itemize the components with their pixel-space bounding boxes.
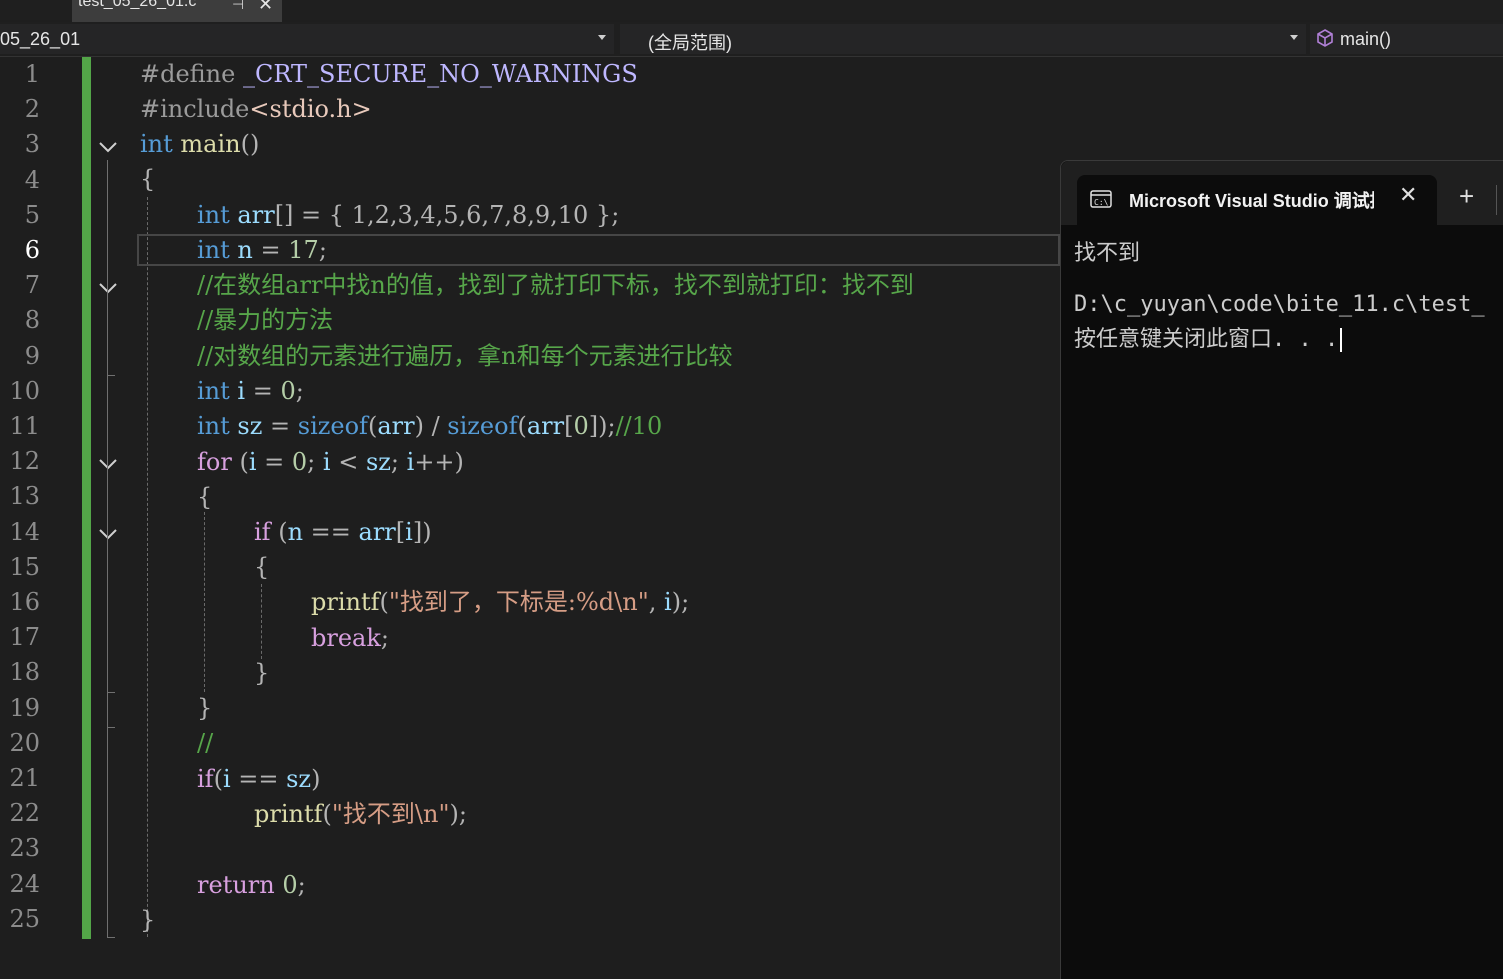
line-number: 2 bbox=[24, 95, 40, 124]
line-number: 12 bbox=[9, 447, 40, 476]
console-output-line: D:\c_yuyan\code\bite_11.c\test_ bbox=[1074, 292, 1485, 317]
code-line-18: } bbox=[254, 659, 270, 687]
outline-tick bbox=[107, 937, 115, 938]
code-line-2: #include<stdio.h> bbox=[140, 95, 372, 123]
code-line-5: int arr[] = { 1,2,3,4,5,6,7,8,9,10 }; bbox=[197, 201, 620, 229]
line-number: 5 bbox=[24, 200, 40, 229]
line-number: 24 bbox=[9, 869, 40, 898]
indent-guide bbox=[204, 512, 205, 692]
code-line-13: { bbox=[197, 483, 213, 511]
line-number: 15 bbox=[9, 552, 40, 581]
line-number: 10 bbox=[9, 376, 40, 405]
line-number: 23 bbox=[9, 834, 40, 863]
scope-dropdown[interactable]: (全局范围) bbox=[620, 24, 1306, 54]
line-number: 7 bbox=[24, 271, 40, 300]
project-dropdown[interactable]: 05_26_01 bbox=[0, 24, 614, 54]
fold-chevron-icon[interactable] bbox=[96, 278, 120, 298]
fold-chevron-icon[interactable] bbox=[96, 454, 120, 474]
code-line-7: //在数组arr中找n的值，找到了就打印下标，找不到就打印：找不到 bbox=[197, 271, 914, 299]
outline-line bbox=[107, 160, 108, 937]
fold-chevron-icon[interactable] bbox=[96, 524, 120, 544]
code-line-10: int i = 0; bbox=[197, 377, 304, 405]
outline-tick bbox=[107, 692, 115, 693]
debug-console-window[interactable]: C:\ Microsoft Visual Studio 调试控制台 ✕ + 找不… bbox=[1060, 160, 1503, 979]
function-dropdown-label: main() bbox=[1340, 29, 1392, 49]
function-dropdown[interactable]: main() bbox=[1310, 24, 1503, 54]
code-line-15: { bbox=[254, 553, 270, 581]
code-line-24: return 0; bbox=[197, 871, 306, 899]
cube-icon bbox=[1317, 29, 1333, 47]
code-line-20: // bbox=[197, 729, 214, 757]
console-title: Microsoft Visual Studio 调试控制台 bbox=[1129, 191, 1374, 211]
code-line-19: } bbox=[197, 694, 213, 722]
indent-guide bbox=[147, 197, 148, 937]
code-line-3: int main() bbox=[140, 130, 260, 158]
code-line-17: break; bbox=[311, 624, 389, 652]
code-line-9: //对数组的元素进行遍历，拿n和每个元素进行比较 bbox=[197, 342, 733, 370]
title-separator bbox=[1496, 185, 1497, 215]
document-tab-label: test_05_26_01.c bbox=[78, 0, 197, 10]
line-number: 11 bbox=[9, 412, 40, 440]
document-tab-strip: test_05_26_01.c ⊣ ✕ bbox=[0, 0, 1503, 22]
document-tab[interactable]: test_05_26_01.c ⊣ ✕ bbox=[72, 0, 282, 22]
line-number: 8 bbox=[24, 306, 40, 335]
project-dropdown-label: 05_26_01 bbox=[0, 29, 81, 49]
code-line-21: if(i == sz) bbox=[197, 765, 321, 793]
line-number: 18 bbox=[9, 658, 40, 687]
line-number: 1 bbox=[24, 60, 40, 88]
close-icon[interactable]: ✕ bbox=[1399, 182, 1417, 208]
code-line-12: for (i = 0; i < sz; i++) bbox=[197, 448, 464, 476]
code-line-4: { bbox=[140, 165, 156, 193]
chevron-down-icon bbox=[1290, 35, 1298, 40]
line-number: 6 bbox=[24, 236, 40, 264]
outline-tick bbox=[107, 375, 115, 376]
chevron-down-icon bbox=[598, 35, 606, 40]
code-line-8: //暴力的方法 bbox=[197, 306, 334, 334]
code-line-1: #define _CRT_SECURE_NO_WARNINGS bbox=[140, 60, 638, 88]
outline-tick bbox=[107, 727, 115, 728]
line-number: 14 bbox=[9, 517, 40, 546]
line-number: 9 bbox=[24, 341, 40, 370]
code-line-14: if (n == arr[i]) bbox=[254, 518, 432, 546]
line-number: 17 bbox=[9, 623, 40, 652]
code-line-11: int sz = sizeof(arr) / sizeof(arr[0]);//… bbox=[197, 412, 663, 440]
code-line-25: } bbox=[140, 906, 156, 934]
text-cursor bbox=[1340, 328, 1343, 352]
fold-chevron-icon[interactable] bbox=[96, 137, 120, 157]
add-tab-icon[interactable]: + bbox=[1459, 183, 1474, 209]
console-tab[interactable]: C:\ Microsoft Visual Studio 调试控制台 ✕ bbox=[1077, 175, 1437, 225]
svg-text:C:\: C:\ bbox=[1094, 198, 1109, 207]
line-number: 4 bbox=[24, 165, 40, 194]
line-number: 19 bbox=[9, 693, 40, 722]
console-output-line: 按任意键关闭此窗口. . . bbox=[1074, 321, 1343, 353]
line-number: 25 bbox=[9, 904, 40, 933]
scope-dropdown-label: (全局范围) bbox=[648, 33, 732, 53]
close-icon[interactable]: ✕ bbox=[258, 0, 273, 15]
console-prompt-text: 按任意键关闭此窗口. . . bbox=[1074, 327, 1339, 352]
navigation-bar: 05_26_01 (全局范围) main() bbox=[0, 22, 1503, 57]
line-number: 21 bbox=[9, 764, 40, 792]
console-output-line: 找不到 bbox=[1074, 241, 1141, 266]
indent-guide bbox=[261, 584, 262, 659]
console-title-bar: C:\ Microsoft Visual Studio 调试控制台 ✕ + bbox=[1061, 161, 1503, 225]
line-number: 22 bbox=[9, 799, 40, 828]
line-number: 3 bbox=[24, 130, 40, 159]
code-line-16: printf("找到了，下标是:%d\n", i); bbox=[311, 588, 690, 616]
code-line-6: int n = 17; bbox=[197, 236, 327, 264]
line-number: 20 bbox=[9, 728, 40, 757]
console-icon: C:\ bbox=[1090, 190, 1112, 208]
line-number: 16 bbox=[9, 588, 40, 616]
code-line-22: printf("找不到\n"); bbox=[254, 800, 467, 828]
line-number: 13 bbox=[9, 482, 40, 511]
code-editor[interactable]: 1 2 3 4 5 6 7 8 9 10 11 12 13 14 15 16 17 18 19 20 21 22 23 24 2… bbox=[0, 57, 1060, 978]
change-tracking-bar bbox=[82, 57, 91, 939]
pin-icon[interactable]: ⊣ bbox=[232, 0, 244, 13]
